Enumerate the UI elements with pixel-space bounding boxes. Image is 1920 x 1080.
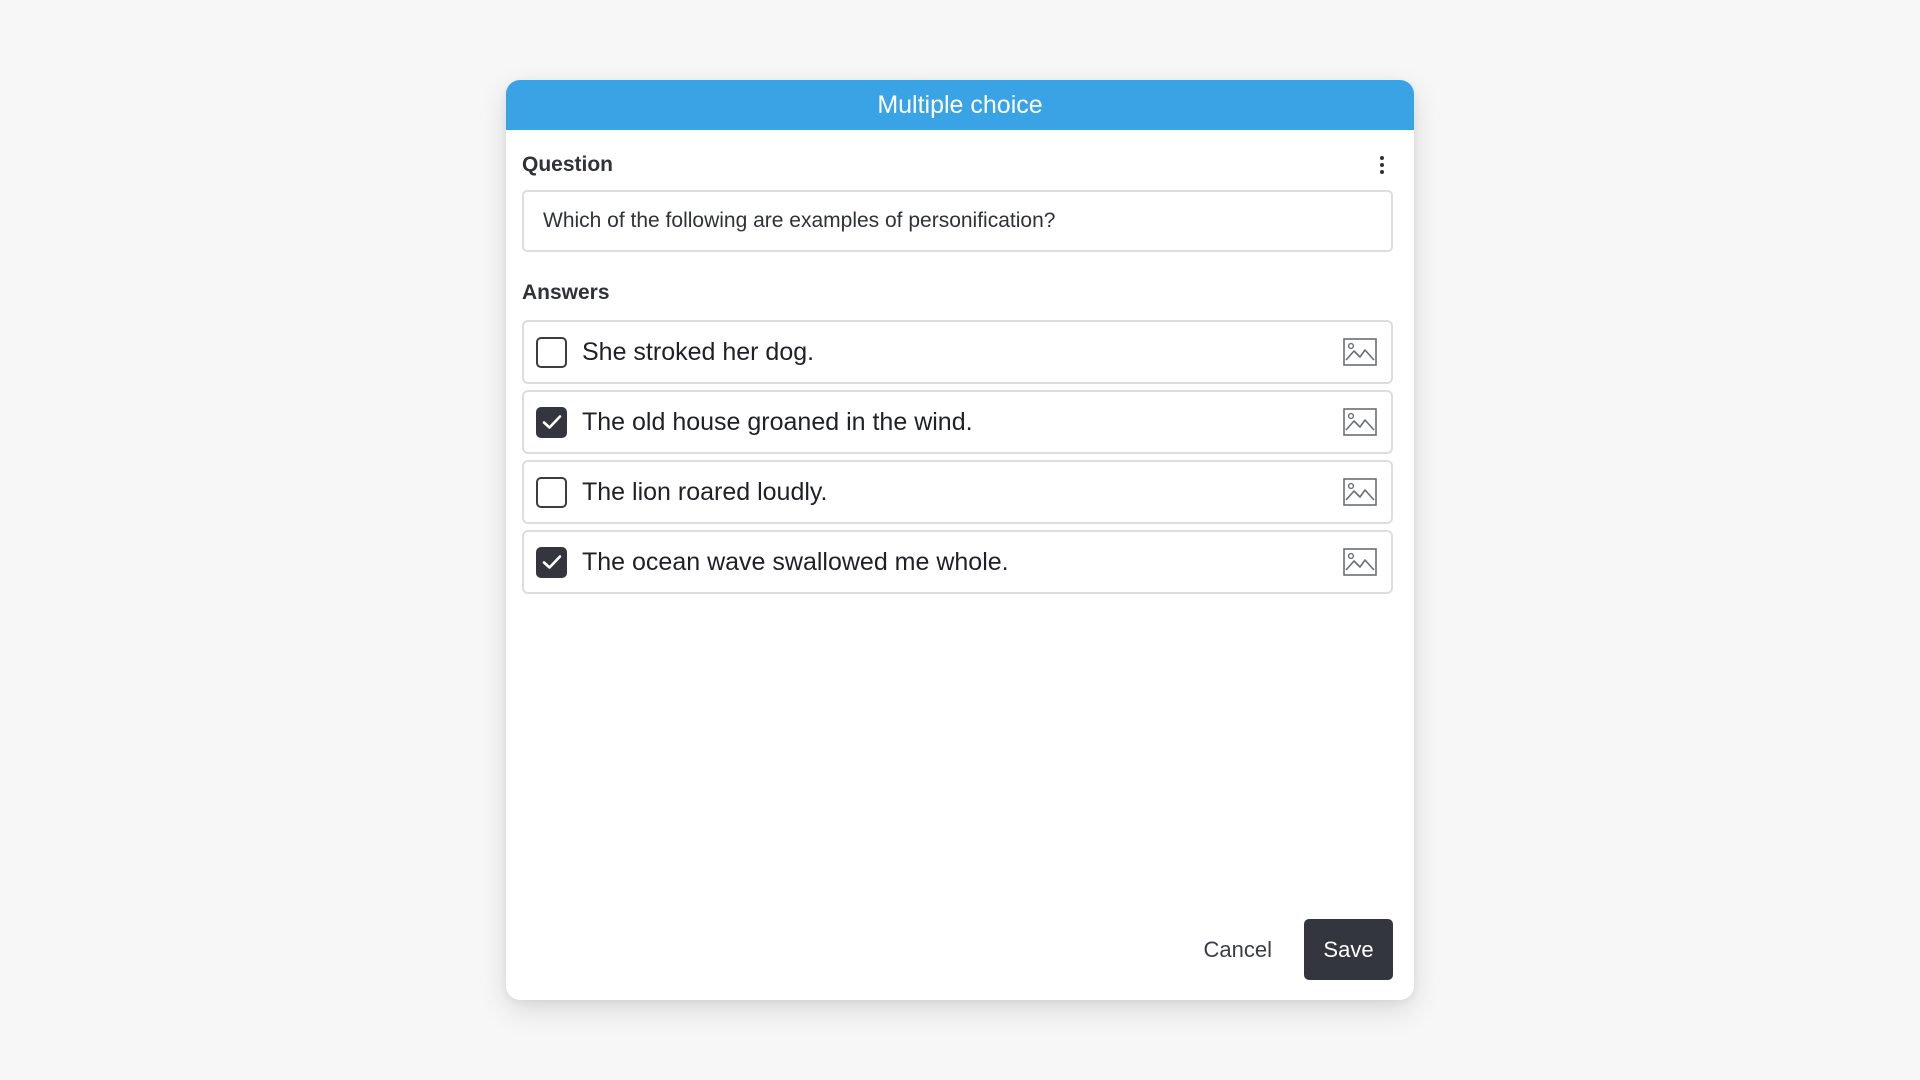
answer-checkbox[interactable] [536, 476, 567, 508]
answer-text[interactable]: The lion roared loudly. [582, 478, 1341, 507]
question-label: Question [522, 153, 614, 176]
answer-text[interactable]: The old house groaned in the wind. [582, 408, 1341, 437]
answer-checkbox[interactable] [536, 406, 567, 438]
image-icon[interactable] [1341, 546, 1379, 578]
dialog-title: Multiple choice [877, 90, 1043, 119]
answer-text[interactable]: She stroked her dog. [582, 338, 1341, 367]
answer-row: She stroked her dog. [522, 320, 1393, 384]
answer-row: The old house groaned in the wind. [522, 390, 1393, 454]
answer-row: The ocean wave swallowed me whole. [522, 530, 1393, 594]
dialog-header: Multiple choice [506, 80, 1414, 130]
cancel-button[interactable]: Cancel [1190, 920, 1286, 980]
answers-list: She stroked her dog. The old house groan… [522, 320, 1393, 594]
save-button[interactable]: Save [1304, 919, 1393, 980]
multiple-choice-dialog: Multiple choice Question Answers She str… [506, 80, 1414, 1000]
answer-checkbox[interactable] [536, 546, 567, 578]
image-icon[interactable] [1341, 336, 1379, 368]
dialog-footer: Cancel Save [1190, 919, 1393, 980]
answer-row: The lion roared loudly. [522, 460, 1393, 524]
answers-label: Answers [522, 281, 610, 304]
dialog-body: Question Answers She stroked her dog. [506, 148, 1414, 594]
question-header-row: Question [522, 148, 1393, 182]
image-icon[interactable] [1341, 406, 1379, 438]
more-vertical-icon[interactable] [1370, 153, 1394, 177]
answers-header-row: Answers [522, 276, 1393, 310]
answer-text[interactable]: The ocean wave swallowed me whole. [582, 548, 1341, 577]
answer-checkbox[interactable] [536, 336, 567, 368]
question-input[interactable] [522, 190, 1393, 252]
image-icon[interactable] [1341, 476, 1379, 508]
